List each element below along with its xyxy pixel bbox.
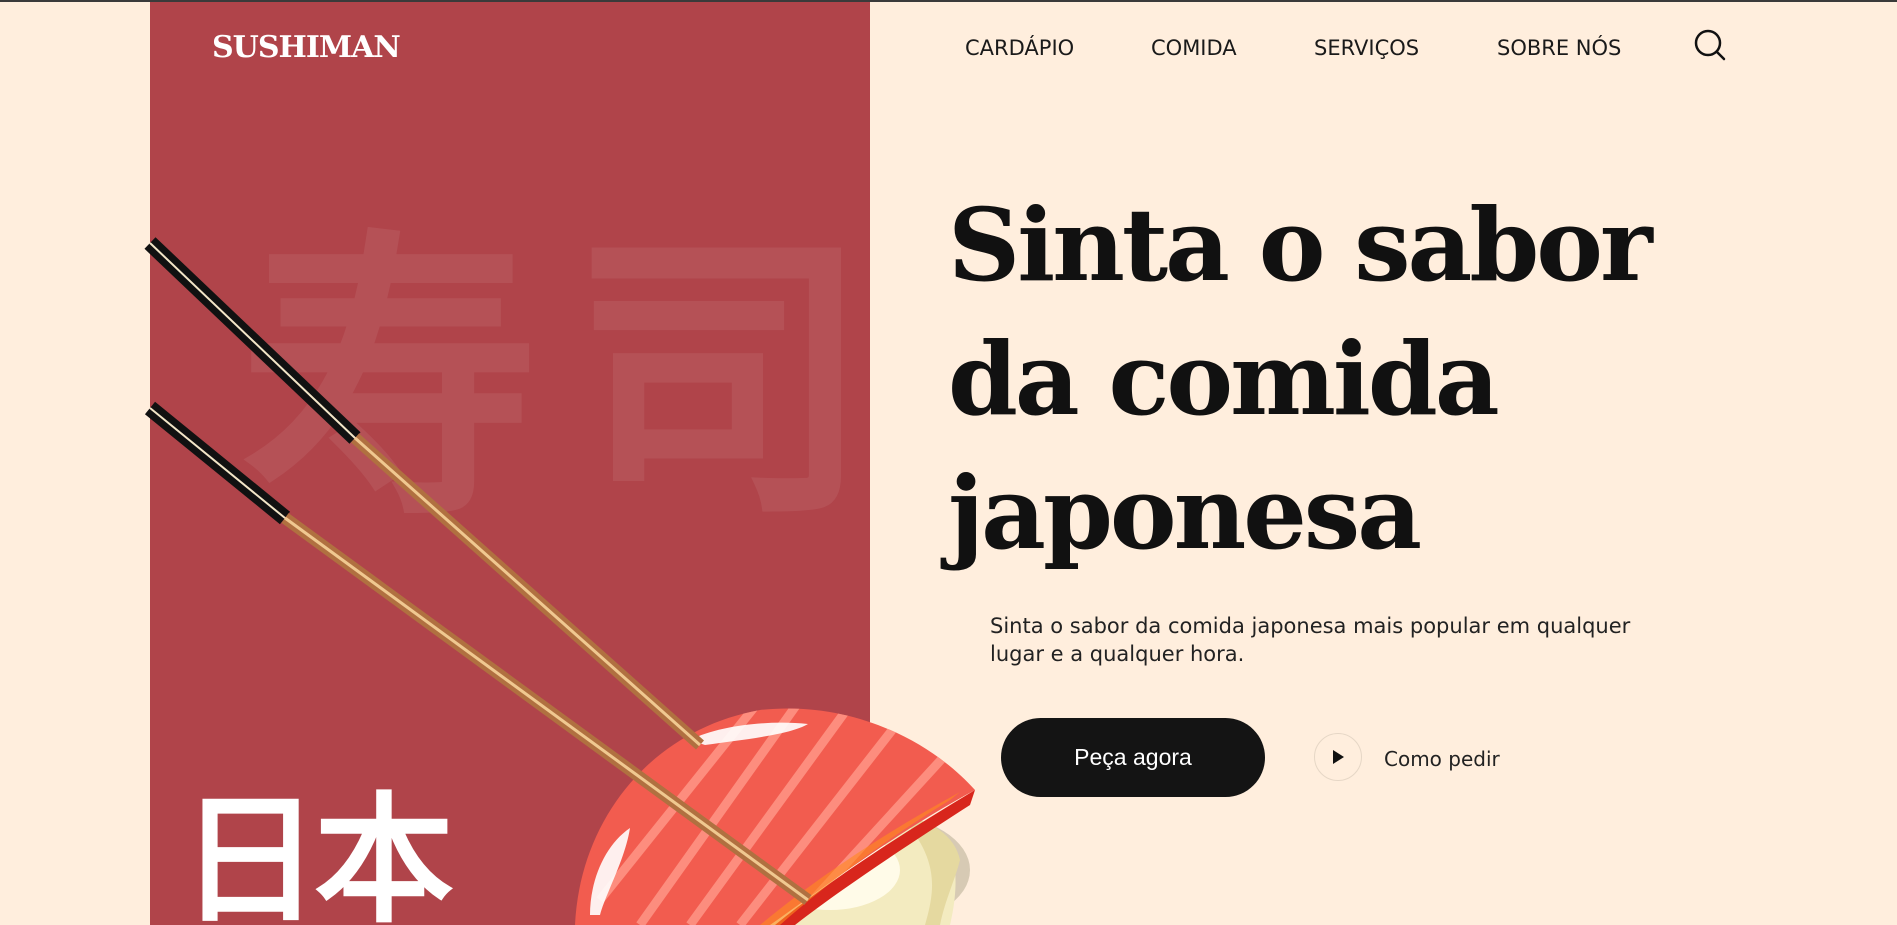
nav-item-sobre-nos[interactable]: SOBRE NÓS <box>1497 36 1621 60</box>
nav-item-cardapio[interactable]: CARDÁPIO <box>965 36 1074 60</box>
watermark-kanji: 寿司 <box>240 207 870 556</box>
hero-subtext: Sinta o sabor da comida japonesa mais po… <box>990 614 1631 666</box>
how-to-order-link[interactable]: Como pedir <box>1384 747 1500 771</box>
nav-item-comida[interactable]: COMIDA <box>1151 36 1237 60</box>
order-now-button[interactable]: Peça agora <box>1001 718 1265 797</box>
search-icon <box>1694 29 1726 61</box>
headline-line-2: da comida <box>948 320 1500 438</box>
hero-headline: Sinta o sabor da comida japonesa <box>948 178 1653 580</box>
headline-line-3: japonesa <box>948 454 1422 572</box>
nav-item-servicos[interactable]: SERVIÇOS <box>1314 36 1419 60</box>
play-icon <box>1333 750 1344 764</box>
headline-line-1: Sinta o sabor <box>948 186 1653 304</box>
how-to-order-play-button[interactable] <box>1314 733 1362 781</box>
main-nav: CARDÁPIO COMIDA SERVIÇOS SOBRE NÓS <box>0 36 1897 66</box>
hero-kanji: 日本 <box>180 780 454 925</box>
hero-image-panel: 寿司 日本 <box>150 2 870 925</box>
search-button[interactable] <box>1693 28 1727 62</box>
